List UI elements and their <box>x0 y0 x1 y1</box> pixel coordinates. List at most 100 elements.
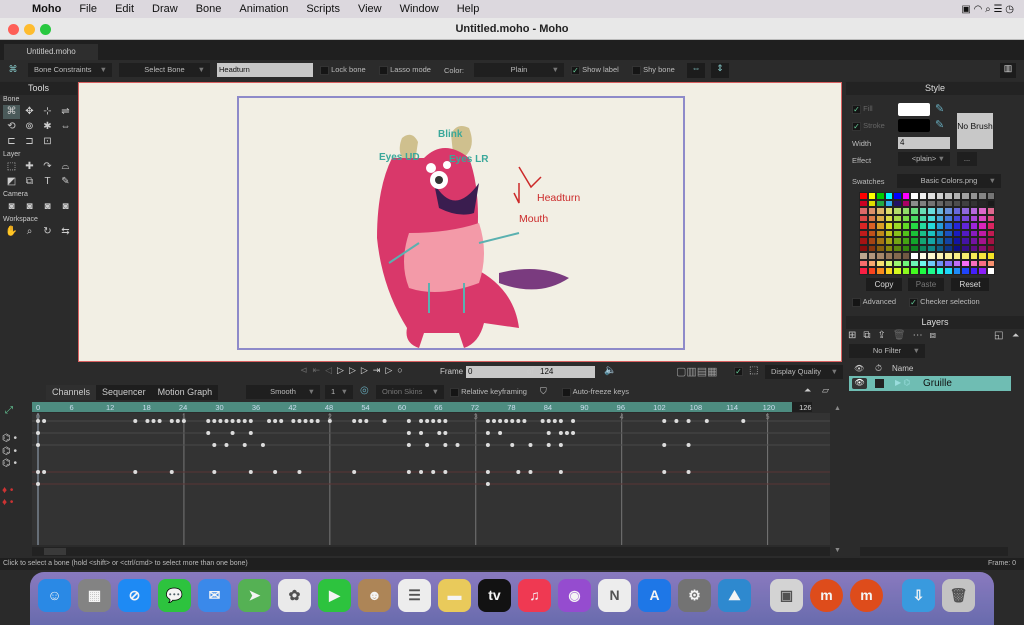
color-swatch[interactable] <box>910 229 919 238</box>
keyframe[interactable] <box>267 419 272 423</box>
color-swatch[interactable] <box>927 192 936 200</box>
color-swatch[interactable] <box>901 214 910 223</box>
color-swatch[interactable] <box>944 199 953 208</box>
dock-music-icon[interactable]: ♫ <box>518 579 551 612</box>
keyframe[interactable] <box>431 470 436 474</box>
color-swatch[interactable] <box>944 192 953 200</box>
color-swatch[interactable] <box>910 192 919 200</box>
color-swatch[interactable] <box>952 237 961 245</box>
color-swatch[interactable] <box>893 214 902 223</box>
keyframe[interactable] <box>498 419 503 423</box>
color-swatch[interactable] <box>935 252 944 260</box>
track-camera-icon[interactable]: ◙ <box>3 200 20 214</box>
keyframe[interactable] <box>212 443 217 447</box>
keyframe[interactable] <box>558 431 563 435</box>
keyframe[interactable] <box>686 470 691 474</box>
color-swatch[interactable] <box>884 222 893 230</box>
manipulate-bones-tool-icon[interactable]: ✱ <box>39 120 56 134</box>
zoom-camera-icon[interactable]: ◙ <box>21 200 38 214</box>
previous-keyframe-icon[interactable]: ⇤ <box>313 365 326 375</box>
color-swatch[interactable] <box>944 214 953 223</box>
menu-view[interactable]: View <box>358 3 382 15</box>
keyframe[interactable] <box>175 419 180 423</box>
dock-trash-icon[interactable]: 🗑 <box>942 579 975 612</box>
shear-layer-tool-icon[interactable]: ⌓ <box>57 160 74 174</box>
color-swatch[interactable] <box>944 237 953 245</box>
advanced-checkbox[interactable] <box>852 297 861 307</box>
layer-color-icon[interactable] <box>875 379 884 388</box>
color-swatch[interactable] <box>944 244 953 253</box>
bind-points-tool-icon[interactable]: ⊡ <box>39 135 56 149</box>
color-swatch[interactable] <box>918 222 927 230</box>
keyframe[interactable] <box>297 419 302 423</box>
layers-scrollbar[interactable] <box>860 547 1008 556</box>
color-swatch[interactable] <box>969 244 978 253</box>
keyframe[interactable] <box>327 419 332 423</box>
color-swatch[interactable] <box>952 222 961 230</box>
keyframe[interactable] <box>558 443 563 447</box>
keyframe[interactable] <box>406 443 411 447</box>
color-swatch[interactable] <box>952 192 961 200</box>
audio-icon[interactable]: 🔈 <box>604 365 616 376</box>
color-swatch[interactable] <box>893 222 902 230</box>
color-swatch[interactable] <box>969 192 978 200</box>
color-swatch[interactable] <box>901 192 910 200</box>
keyframe[interactable] <box>248 470 253 474</box>
orbit-workspace-icon[interactable]: ⇆ <box>57 225 74 239</box>
keyframe[interactable] <box>145 419 150 423</box>
color-swatch[interactable] <box>927 207 936 215</box>
color-swatch[interactable] <box>910 214 919 223</box>
color-swatch[interactable] <box>876 229 885 238</box>
effect-more-button[interactable]: ... <box>957 152 977 166</box>
flip-layer-tool-icon[interactable]: ◩ <box>3 175 20 189</box>
keyframe[interactable] <box>485 482 490 486</box>
color-swatch[interactable] <box>910 222 919 230</box>
color-swatch[interactable] <box>986 244 995 253</box>
color-swatch[interactable] <box>927 244 936 253</box>
keyframe[interactable] <box>291 419 296 423</box>
keyframe-shield-icon[interactable]: ⛉ <box>540 386 547 397</box>
stroke-color-swatch[interactable] <box>898 119 930 132</box>
keyframe[interactable] <box>406 470 411 474</box>
color-swatch[interactable] <box>867 207 876 215</box>
color-swatch[interactable] <box>918 214 927 223</box>
keyframe[interactable] <box>303 419 308 423</box>
color-swatch[interactable] <box>986 259 995 268</box>
color-swatch[interactable] <box>884 244 893 253</box>
color-swatch[interactable] <box>893 207 902 215</box>
keyframe[interactable] <box>504 419 509 423</box>
bone-label-headturn[interactable]: Headturn <box>537 192 580 204</box>
keyframe[interactable] <box>455 443 460 447</box>
color-swatch[interactable] <box>876 237 885 245</box>
color-swatch[interactable] <box>952 244 961 253</box>
status-icons[interactable]: ▣ ◠ ⌕ ☰ ◷ <box>961 4 1014 15</box>
color-swatch[interactable] <box>927 267 936 275</box>
eyedropper-tool-icon[interactable]: ✎ <box>57 175 74 189</box>
color-swatch[interactable] <box>927 199 936 208</box>
keyframe[interactable] <box>248 431 253 435</box>
collapse-layers-icon[interactable]: ⏶ <box>1012 330 1019 341</box>
color-swatch[interactable] <box>944 252 953 260</box>
color-swatch[interactable] <box>876 214 885 223</box>
color-swatch[interactable] <box>978 244 987 253</box>
document-tab[interactable]: Untitled.moho <box>4 44 98 60</box>
offset-bone-tool-icon[interactable]: ⊏ <box>3 135 20 149</box>
layer-name[interactable]: Gruille <box>923 378 952 389</box>
transform-layer-tool-icon[interactable]: ⬚ <box>3 160 20 174</box>
stroke-checkbox[interactable]: ✓ <box>852 121 861 131</box>
rotate-bone-tool-icon[interactable]: ⟲ <box>3 120 20 134</box>
color-swatch[interactable] <box>961 237 970 245</box>
color-swatch[interactable] <box>969 199 978 208</box>
bone-physics-tool-icon[interactable]: ⊚ <box>21 120 38 134</box>
keyframe[interactable] <box>36 443 40 447</box>
color-swatch[interactable] <box>935 207 944 215</box>
scroll-up-icon[interactable]: ▲ <box>834 405 841 412</box>
dock-reminders-icon[interactable]: ☰ <box>398 579 431 612</box>
keyframe[interactable] <box>260 443 265 447</box>
keyframe[interactable] <box>36 431 40 435</box>
keyframe[interactable] <box>206 419 211 423</box>
dock-facetime-icon[interactable]: ▶ <box>318 579 351 612</box>
color-swatch[interactable] <box>969 252 978 260</box>
keyframe[interactable] <box>704 419 709 423</box>
color-swatch[interactable] <box>986 222 995 230</box>
